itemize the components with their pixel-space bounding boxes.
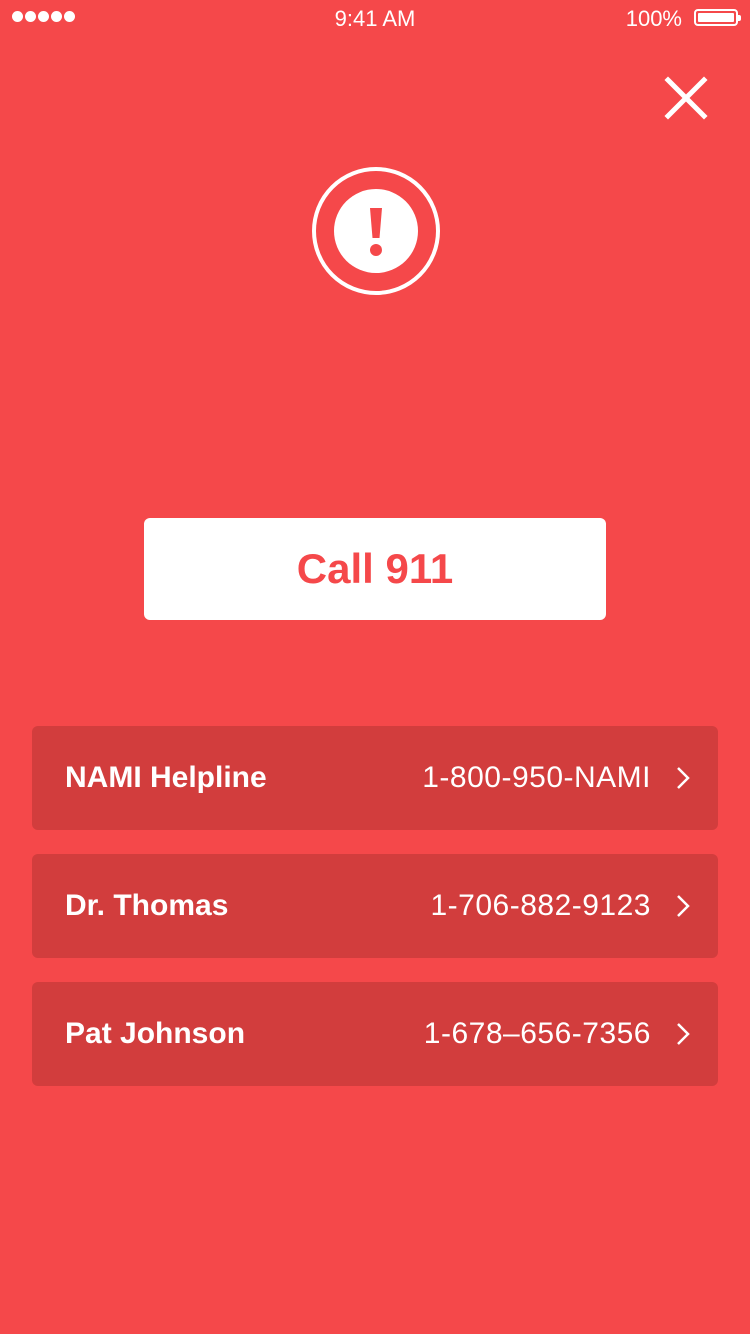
battery-icon [694,9,741,26]
chevron-right-icon [677,767,690,789]
contact-name: NAMI Helpline [65,761,267,794]
contact-phone: 1-800-950-NAMI [422,761,651,794]
call-911-label: Call 911 [296,545,454,592]
battery-percent: 100% [625,6,682,31]
battery-nub [738,15,741,21]
contact-row-dr-thomas[interactable]: Dr. Thomas 1-706-882-9123 [32,854,718,958]
contact-row-nami-helpline[interactable]: NAMI Helpline 1-800-950-NAMI [32,726,718,830]
call-911-button[interactable]: Call 911 [144,518,606,620]
status-bar: 9:41 AM 100% [0,0,750,40]
contact-list: NAMI Helpline 1-800-950-NAMI Dr. Thomas … [32,726,718,1110]
close-icon [664,76,708,120]
contact-phone: 1-678–656-7356 [423,1017,651,1050]
chevron-right-icon [677,895,690,917]
alert-badge [311,166,441,296]
chevron-right-icon [677,1023,690,1045]
contact-row-pat-johnson[interactable]: Pat Johnson 1-678–656-7356 [32,982,718,1086]
exclamation-icon [312,167,440,295]
close-button[interactable] [662,74,710,122]
contact-name: Pat Johnson [65,1017,246,1050]
contact-name: Dr. Thomas [65,889,229,922]
battery-fill [698,13,734,22]
contact-phone: 1-706-882-9123 [430,889,651,922]
